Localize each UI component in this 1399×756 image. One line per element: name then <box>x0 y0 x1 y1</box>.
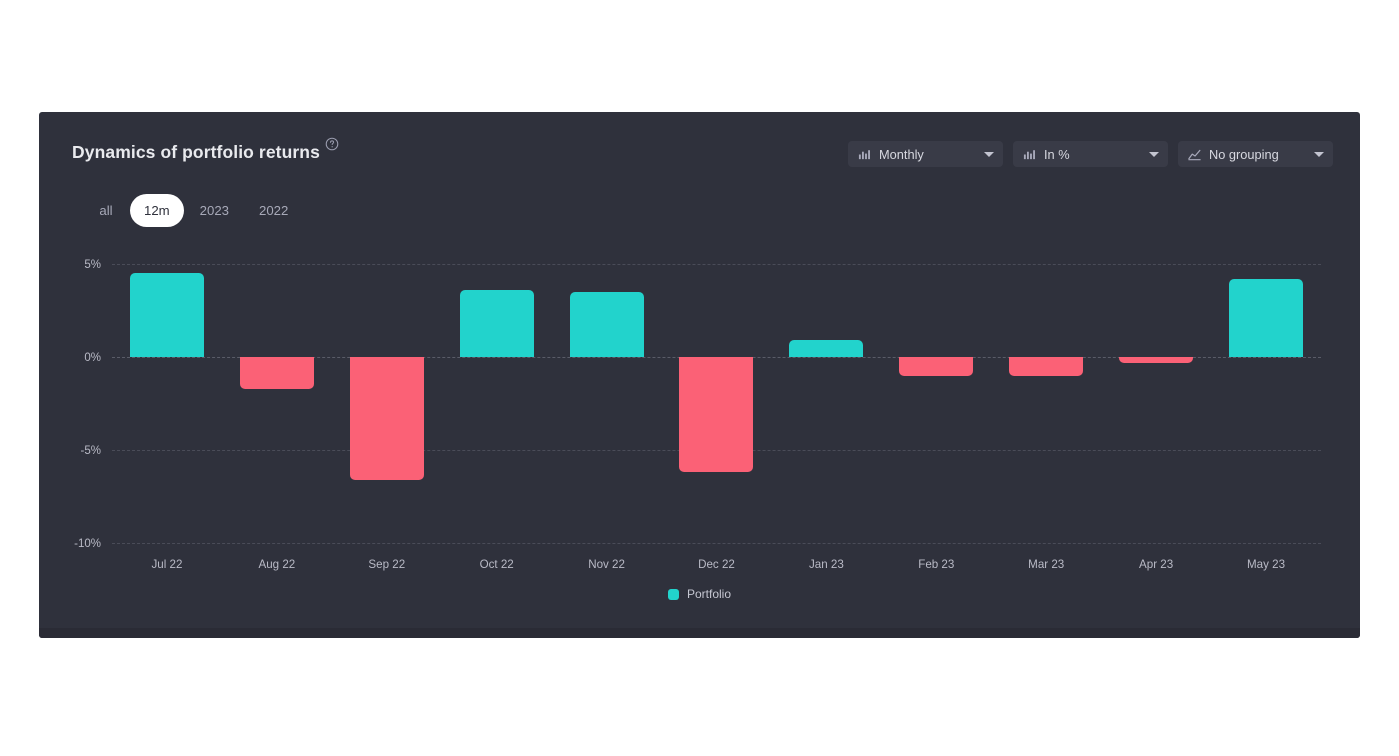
panel-title-wrap: Dynamics of portfolio returns <box>72 137 339 163</box>
x-axis-label: Jul 22 <box>151 558 183 571</box>
units-dropdown[interactable]: In % <box>1013 141 1168 167</box>
bar-oct-22[interactable] <box>459 290 534 357</box>
range-tab-label: all <box>99 203 113 218</box>
chart-area: 5% 0% -5% -10% Jul 22 Aug 22 Sep 22 Oct 22 Nov … <box>39 242 1360 638</box>
chart-controls: Monthly In % No grouping <box>848 141 1333 167</box>
chevron-down-icon <box>1149 151 1159 157</box>
chevron-down-icon <box>984 151 994 157</box>
x-axis-labels: Jul 22 Aug 22 Sep 22 Oct 22 Nov 22 Dec 22 Jan … <box>112 558 1321 571</box>
y-axis-tick: 0% <box>84 352 101 364</box>
range-tab-label: 2022 <box>259 203 289 218</box>
period-dropdown[interactable]: Monthly <box>848 141 1003 167</box>
bar-slot[interactable] <box>222 264 332 543</box>
x-axis-label: Apr 23 <box>1139 558 1174 571</box>
bar-may-23[interactable] <box>1229 278 1304 357</box>
bar-slot[interactable] <box>1211 264 1321 543</box>
y-axis-tick: 5% <box>84 259 101 271</box>
bar-slot[interactable] <box>662 264 772 543</box>
bar-slot[interactable] <box>112 264 222 543</box>
page-root: Dynamics of portfolio returns Monthly In… <box>0 0 1399 756</box>
bar-slot[interactable] <box>552 264 662 543</box>
chart-plot: 5% 0% -5% -10% <box>74 259 1321 550</box>
y-axis-tick: -10% <box>74 538 101 550</box>
bar-sep-22[interactable] <box>349 357 424 480</box>
bar-jul-22[interactable] <box>129 273 204 357</box>
x-axis-label: Feb 23 <box>918 558 955 571</box>
range-tab-label: 2023 <box>199 203 229 218</box>
bar-jan-23[interactable] <box>789 340 864 357</box>
x-axis-label: Sep 22 <box>368 558 406 571</box>
bar-chart-icon <box>1023 148 1036 161</box>
x-axis-label: Nov 22 <box>588 558 625 571</box>
bar-mar-23[interactable] <box>1009 357 1084 376</box>
portfolio-returns-panel: Dynamics of portfolio returns Monthly In… <box>39 112 1360 638</box>
grouping-dropdown[interactable]: No grouping <box>1178 141 1333 167</box>
bar-slot[interactable] <box>1101 264 1211 543</box>
gridline: -10% <box>74 538 1321 550</box>
x-axis-label: Jan 23 <box>808 558 844 571</box>
grouping-dropdown-label: No grouping <box>1209 146 1279 162</box>
range-tab-12m[interactable]: 12m <box>130 194 184 227</box>
period-dropdown-label: Monthly <box>879 146 924 162</box>
x-axis-label: May 23 <box>1247 558 1286 571</box>
x-axis-label: Mar 23 <box>1028 558 1065 571</box>
range-tab-label: 12m <box>144 203 170 218</box>
range-tabs: all 12m 2023 2022 <box>84 194 302 227</box>
bar-slot[interactable] <box>771 264 881 543</box>
bar-slot[interactable] <box>332 264 442 543</box>
y-axis-tick: -5% <box>80 445 101 457</box>
help-circle-icon[interactable] <box>325 137 339 151</box>
bar-slot[interactable] <box>991 264 1101 543</box>
range-tab-2022[interactable]: 2022 <box>245 194 302 227</box>
x-axis-label: Oct 22 <box>479 558 514 571</box>
range-tab-all[interactable]: all <box>84 194 128 227</box>
bar-nov-22[interactable] <box>569 291 644 357</box>
units-dropdown-label: In % <box>1044 146 1070 162</box>
bar-apr-23[interactable] <box>1119 357 1194 363</box>
page-title: Dynamics of portfolio returns <box>72 142 320 162</box>
bar-slot[interactable] <box>881 264 991 543</box>
legend-swatch-portfolio <box>667 588 679 600</box>
bar-aug-22[interactable] <box>239 357 314 389</box>
legend-label-portfolio: Portfolio <box>686 587 732 601</box>
bar-feb-23[interactable] <box>899 357 974 376</box>
panel-footer-strip <box>39 628 1360 638</box>
range-tab-2023[interactable]: 2023 <box>186 194 243 227</box>
bar-series <box>112 264 1321 543</box>
panel-header: Dynamics of portfolio returns Monthly In… <box>39 112 1360 190</box>
bar-slot[interactable] <box>442 264 552 543</box>
x-axis-label: Aug 22 <box>258 558 296 571</box>
bar-chart-icon <box>858 148 871 161</box>
x-axis-label: Dec 22 <box>698 558 735 571</box>
chevron-down-icon <box>1314 151 1324 157</box>
bar-dec-22[interactable] <box>679 357 754 473</box>
line-chart-icon <box>1188 148 1201 161</box>
chart-legend: Portfolio <box>39 587 1360 601</box>
